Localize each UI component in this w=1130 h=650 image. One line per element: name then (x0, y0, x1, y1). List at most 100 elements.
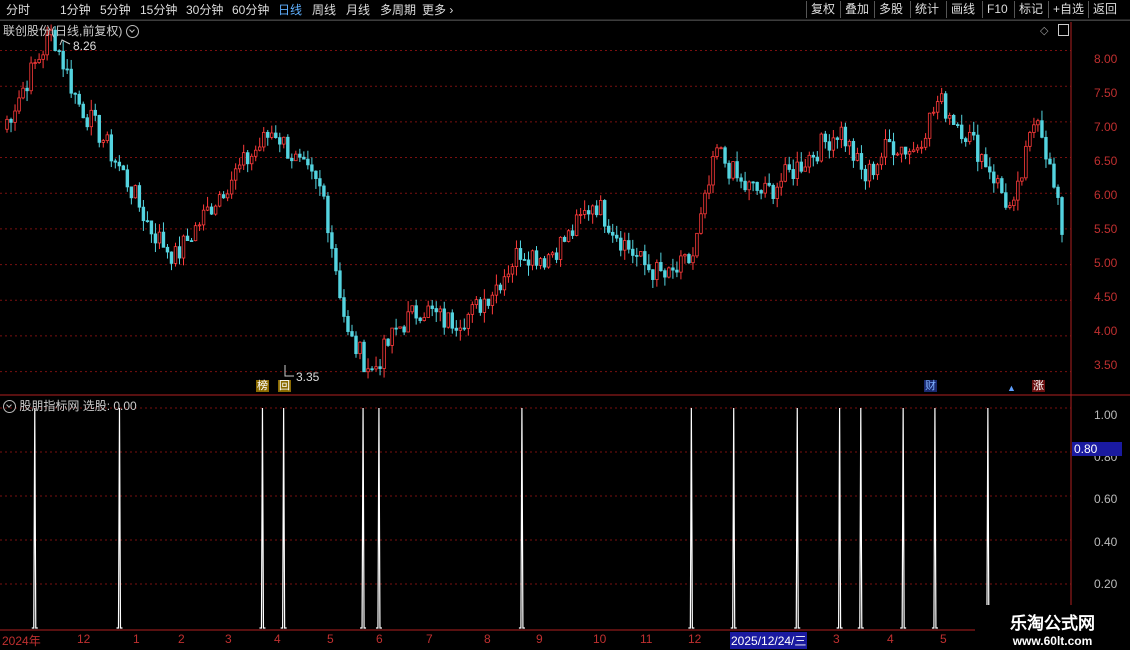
candle-up (254, 145, 258, 162)
panel-toggle-icon[interactable] (1058, 24, 1069, 36)
candle-down (85, 113, 89, 131)
candle-up (474, 296, 479, 309)
candle-down (687, 252, 691, 265)
signal-spike (116, 407, 123, 629)
signal-spike (984, 407, 991, 629)
candle-up (927, 112, 932, 147)
candle-up (907, 148, 912, 165)
candle-up (233, 163, 238, 190)
candle-down (1044, 130, 1048, 168)
candle-up (506, 265, 511, 283)
candle-down (663, 268, 667, 286)
candle-up (157, 224, 162, 250)
candle-down (611, 223, 615, 243)
candle-down (318, 170, 322, 196)
candle-down (169, 251, 174, 271)
candle-down (647, 254, 651, 273)
candle-down (542, 255, 547, 270)
candle-up (879, 152, 884, 170)
candle-up (89, 99, 93, 136)
candle-up (282, 136, 286, 149)
candle-down (125, 164, 130, 192)
candle-down (137, 182, 142, 212)
candle-up (546, 252, 551, 269)
candle-up (213, 204, 218, 216)
candle-up (623, 232, 627, 260)
candle-down (988, 157, 992, 180)
chevron-down-icon[interactable] (3, 400, 16, 414)
candle-up (490, 291, 495, 315)
candle-up (1008, 201, 1012, 210)
up-arrow-icon: ▲ (1007, 383, 1016, 393)
candle-up (410, 305, 414, 315)
x-tick-label: 5 (940, 632, 947, 646)
candle-down (161, 222, 166, 248)
candle-up (839, 121, 844, 149)
finance-marker[interactable]: 财 (924, 380, 937, 392)
candle-down (153, 223, 158, 253)
candle-down (823, 130, 828, 149)
candle-up (819, 132, 824, 163)
sub-y-tick-label: 0.60 (1094, 492, 1118, 506)
candle-down (586, 205, 591, 221)
low-callout-line (284, 365, 294, 377)
candle-down (334, 244, 338, 275)
candle-down (454, 320, 458, 337)
signal-spike (794, 407, 801, 629)
signal-spike (730, 407, 737, 629)
candle-down (1004, 183, 1008, 210)
candle-down (486, 298, 491, 309)
candle-up (935, 95, 940, 120)
candle-down (378, 359, 382, 376)
candle-up (1028, 130, 1032, 152)
candle-up (923, 133, 928, 151)
candle-down (302, 151, 306, 160)
rank-marker[interactable]: 榜 (256, 380, 269, 392)
candle-down (25, 80, 29, 102)
x-tick-label: 5 (327, 632, 334, 646)
candle-down (189, 237, 194, 243)
signal-spike (857, 407, 864, 629)
y-tick-label: 8.00 (1094, 52, 1118, 66)
x-tick-label: 10 (593, 632, 607, 646)
y-tick-label: 5.00 (1094, 256, 1118, 270)
candle-down (149, 220, 154, 243)
candle-down (891, 132, 896, 166)
limit-up-marker[interactable]: 涨 (1032, 380, 1045, 392)
candle-down (659, 252, 663, 272)
x-tick-label: 2 (178, 632, 185, 646)
candle-up (390, 327, 394, 354)
candle-up (181, 234, 186, 266)
y-tick-label: 7.00 (1094, 120, 1118, 134)
candle-up (514, 240, 519, 276)
y-tick-label: 6.00 (1094, 188, 1118, 202)
candle-down (554, 247, 559, 264)
candle-down (835, 136, 840, 149)
candle-down (69, 59, 73, 98)
candle-up (895, 152, 900, 157)
candle-down (522, 253, 527, 261)
diamond-icon[interactable]: ◇ (1040, 24, 1048, 37)
candle-down (386, 338, 390, 347)
candle-down (177, 236, 182, 265)
candle-down (767, 173, 771, 188)
candle-down (61, 41, 65, 78)
chart-canvas[interactable] (0, 0, 1130, 650)
candle-down (306, 150, 310, 170)
candle-up (229, 171, 234, 199)
candle-up (707, 175, 711, 200)
candle-down (671, 258, 675, 279)
candle-down (1000, 176, 1004, 194)
candle-up (582, 200, 587, 219)
candle-down (278, 132, 282, 153)
y-tick-label: 7.50 (1094, 86, 1118, 100)
candle-up (482, 289, 487, 323)
x-tick-label: 2024年 (2, 634, 41, 648)
candle-down (964, 136, 968, 147)
candle-down (951, 113, 956, 125)
return-marker[interactable]: 回 (278, 380, 291, 392)
candle-up (719, 146, 723, 150)
candle-down (145, 211, 150, 223)
candle-up (550, 251, 555, 258)
chevron-down-icon[interactable] (125, 25, 139, 39)
